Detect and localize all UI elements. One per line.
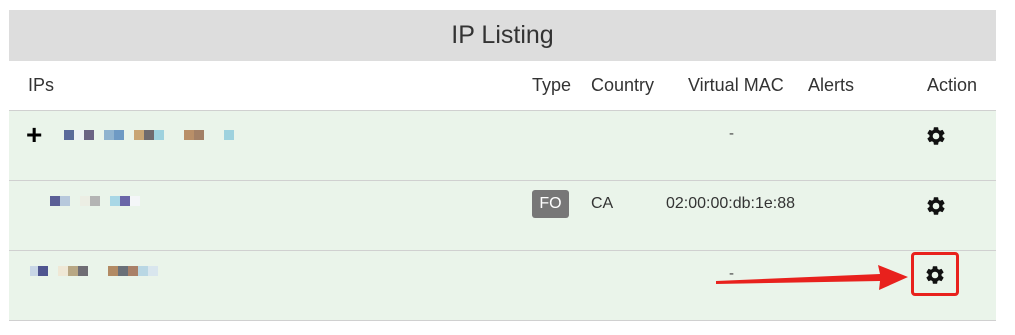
- arrow-annotation: [716, 265, 908, 290]
